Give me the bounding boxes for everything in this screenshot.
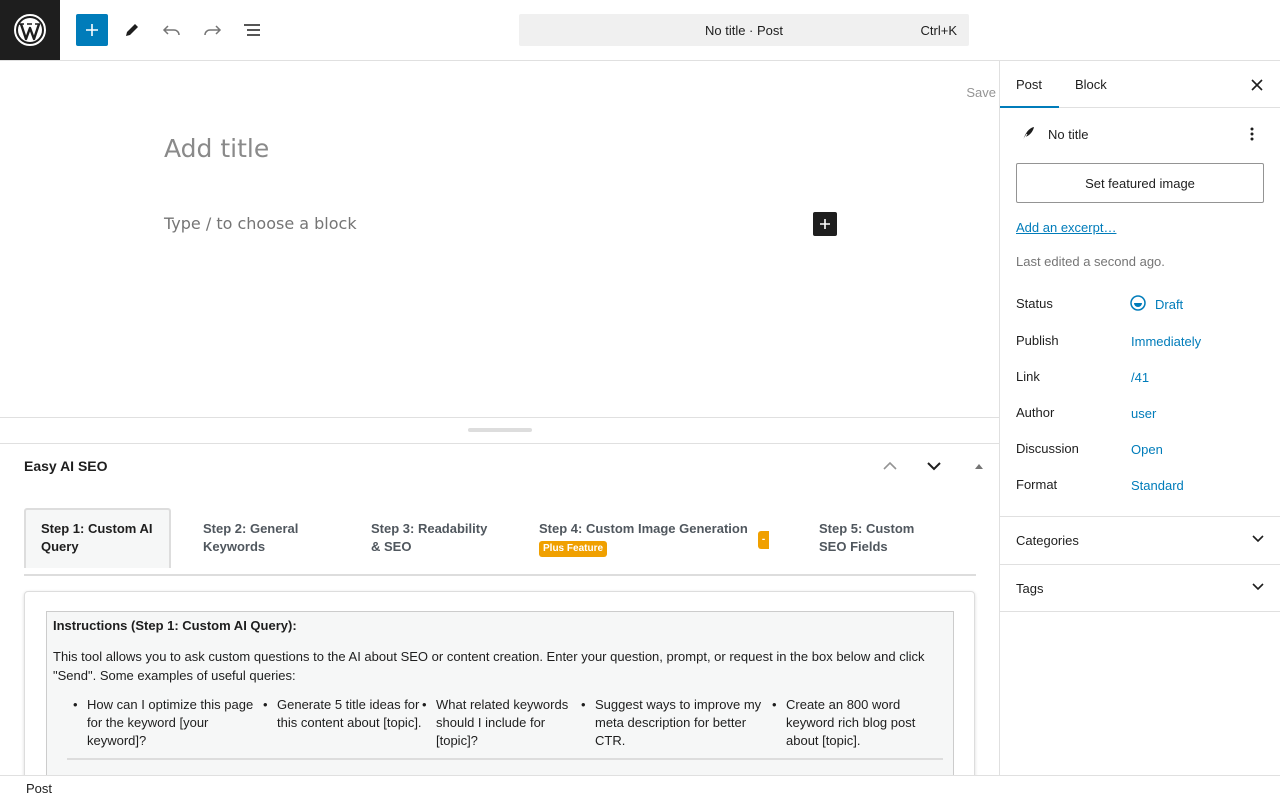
tab-post[interactable]: Post — [1000, 61, 1059, 108]
move-down-button[interactable] — [924, 456, 944, 476]
breadcrumb[interactable]: Post — [26, 781, 52, 796]
instructions-heading: Instructions (Step 1: Custom AI Query): — [53, 618, 297, 633]
list-item: Generate 5 title ideas for this content … — [263, 696, 422, 750]
list-item: How can I optimize this page for the key… — [73, 696, 263, 750]
metabox-header: Easy AI SEO — [0, 443, 999, 488]
default-block-appender[interactable]: Type / to choose a block — [164, 214, 357, 233]
tab-custom-image-generation[interactable]: Step 4: Custom Image Generation Plus Fea… — [539, 520, 769, 557]
caret-up-icon — [975, 464, 983, 469]
seo-tabs: Step 1: Custom AI Query Step 2: General … — [24, 508, 976, 576]
list-item: Suggest ways to improve my meta descript… — [581, 696, 772, 750]
chevron-down-icon — [1252, 535, 1264, 543]
add-block-button[interactable] — [76, 14, 108, 46]
instructions-text: This tool allows you to ask custom quest… — [53, 649, 925, 683]
discussion-value-button[interactable]: Open — [1131, 442, 1163, 457]
toggle-panel-button[interactable] — [969, 456, 989, 476]
tab-label: Step 2: General — [203, 521, 299, 536]
document-overview-button[interactable] — [236, 14, 268, 46]
metabox-title: Easy AI SEO — [24, 458, 108, 474]
editor-canvas: Save Add title Type / to choose a block — [0, 61, 999, 418]
tools-button[interactable] — [116, 14, 148, 46]
document-title: No title · Post — [704, 22, 784, 38]
tab-label: & SEO — [371, 539, 412, 554]
undo-icon — [162, 25, 180, 36]
chevron-down-icon — [927, 462, 941, 471]
post-icon — [1021, 127, 1034, 143]
redo-icon — [204, 25, 222, 36]
tab-custom-ai-query[interactable]: Step 1: Custom AI Query — [24, 508, 171, 568]
plus-icon — [820, 219, 830, 229]
chevron-down-icon — [1252, 583, 1264, 591]
post-title-input[interactable]: Add title — [164, 134, 269, 163]
tab-label: Keywords — [203, 539, 266, 554]
tab-label: Step 1: Custom AI — [41, 521, 153, 536]
tab-block[interactable]: Block — [1075, 77, 1107, 92]
close-icon — [1251, 79, 1263, 91]
tags-panel-toggle[interactable]: Tags — [1000, 564, 1280, 612]
discussion-label: Discussion — [1016, 441, 1079, 456]
plus-badge-fragment: - — [758, 531, 769, 549]
tab-label: SEO Fields — [819, 539, 888, 554]
tab-readability-seo[interactable]: Step 3: Readability & SEO — [371, 520, 487, 556]
chevron-up-icon — [883, 461, 897, 470]
draft-status-icon — [1130, 295, 1146, 311]
more-vertical-icon — [1250, 127, 1254, 141]
editor-header: No title · Post Ctrl+K — [0, 0, 1280, 61]
publish-label: Publish — [1016, 333, 1059, 348]
list-view-icon — [244, 24, 260, 36]
set-featured-image-button[interactable]: Set featured image — [1016, 163, 1264, 203]
status-label: Status — [1016, 296, 1053, 311]
instructions-box: Instructions (Step 1: Custom AI Query): … — [46, 611, 954, 775]
format-label: Format — [1016, 477, 1058, 492]
tab-panel: Instructions (Step 1: Custom AI Query): … — [24, 591, 975, 775]
list-item: Create an 800 word keyword rich blog pos… — [772, 696, 932, 750]
post-summary-title: No title — [1048, 127, 1089, 142]
redo-button[interactable] — [196, 14, 228, 46]
save-button[interactable]: Save — [966, 85, 996, 100]
tab-label: Step 5: Custom — [819, 521, 915, 536]
categories-panel-toggle[interactable]: Categories — [1000, 516, 1280, 564]
editor-footer: Post — [0, 775, 1280, 800]
move-up-button[interactable] — [880, 456, 900, 476]
link-label: Link — [1016, 369, 1040, 384]
author-label: Author — [1016, 405, 1055, 420]
plus-icon — [86, 24, 98, 36]
meta-boxes-area: Easy AI SEO Step 1: Custom AI Query Step… — [0, 417, 999, 775]
tab-label: Step 3: Readability — [371, 521, 488, 536]
format-value-button[interactable]: Standard — [1131, 478, 1184, 493]
tab-general-keywords[interactable]: Step 2: General Keywords — [203, 520, 298, 556]
tags-label: Tags — [1016, 581, 1044, 596]
sidebar-tabs: Post Block — [1000, 61, 1280, 108]
close-sidebar-button[interactable] — [1247, 75, 1267, 95]
plus-feature-badge: Plus Feature — [539, 541, 608, 557]
pencil-icon — [126, 24, 138, 36]
author-value-button[interactable]: user — [1131, 406, 1156, 421]
link-value-button[interactable]: /41 — [1131, 370, 1149, 385]
tab-label: Step 4: Custom Image Generation — [539, 521, 748, 536]
keyboard-shortcut: Ctrl+K — [920, 23, 957, 38]
publish-value-button[interactable]: Immediately — [1131, 334, 1201, 349]
inline-add-block-button[interactable] — [813, 212, 837, 236]
example-queries-list: How can I optimize this page for the key… — [67, 696, 943, 760]
wordpress-logo-button[interactable] — [0, 0, 60, 60]
categories-label: Categories — [1016, 533, 1079, 548]
tab-label: Query — [41, 539, 79, 554]
wordpress-icon — [14, 14, 46, 46]
post-actions-button[interactable] — [1244, 125, 1260, 143]
settings-sidebar: Post Block No title Set featured image A… — [999, 61, 1280, 775]
last-edited-text: Last edited a second ago. — [1016, 254, 1165, 269]
resize-handle[interactable] — [468, 428, 532, 432]
list-item: What related keywords should I include f… — [422, 696, 581, 750]
add-excerpt-link[interactable]: Add an excerpt… — [1016, 220, 1116, 235]
command-palette-bar[interactable]: No title · Post Ctrl+K — [519, 14, 969, 46]
undo-button[interactable] — [156, 14, 188, 46]
status-value-button[interactable]: Draft — [1155, 297, 1183, 312]
tab-custom-seo-fields[interactable]: Step 5: Custom SEO Fields — [819, 520, 914, 556]
